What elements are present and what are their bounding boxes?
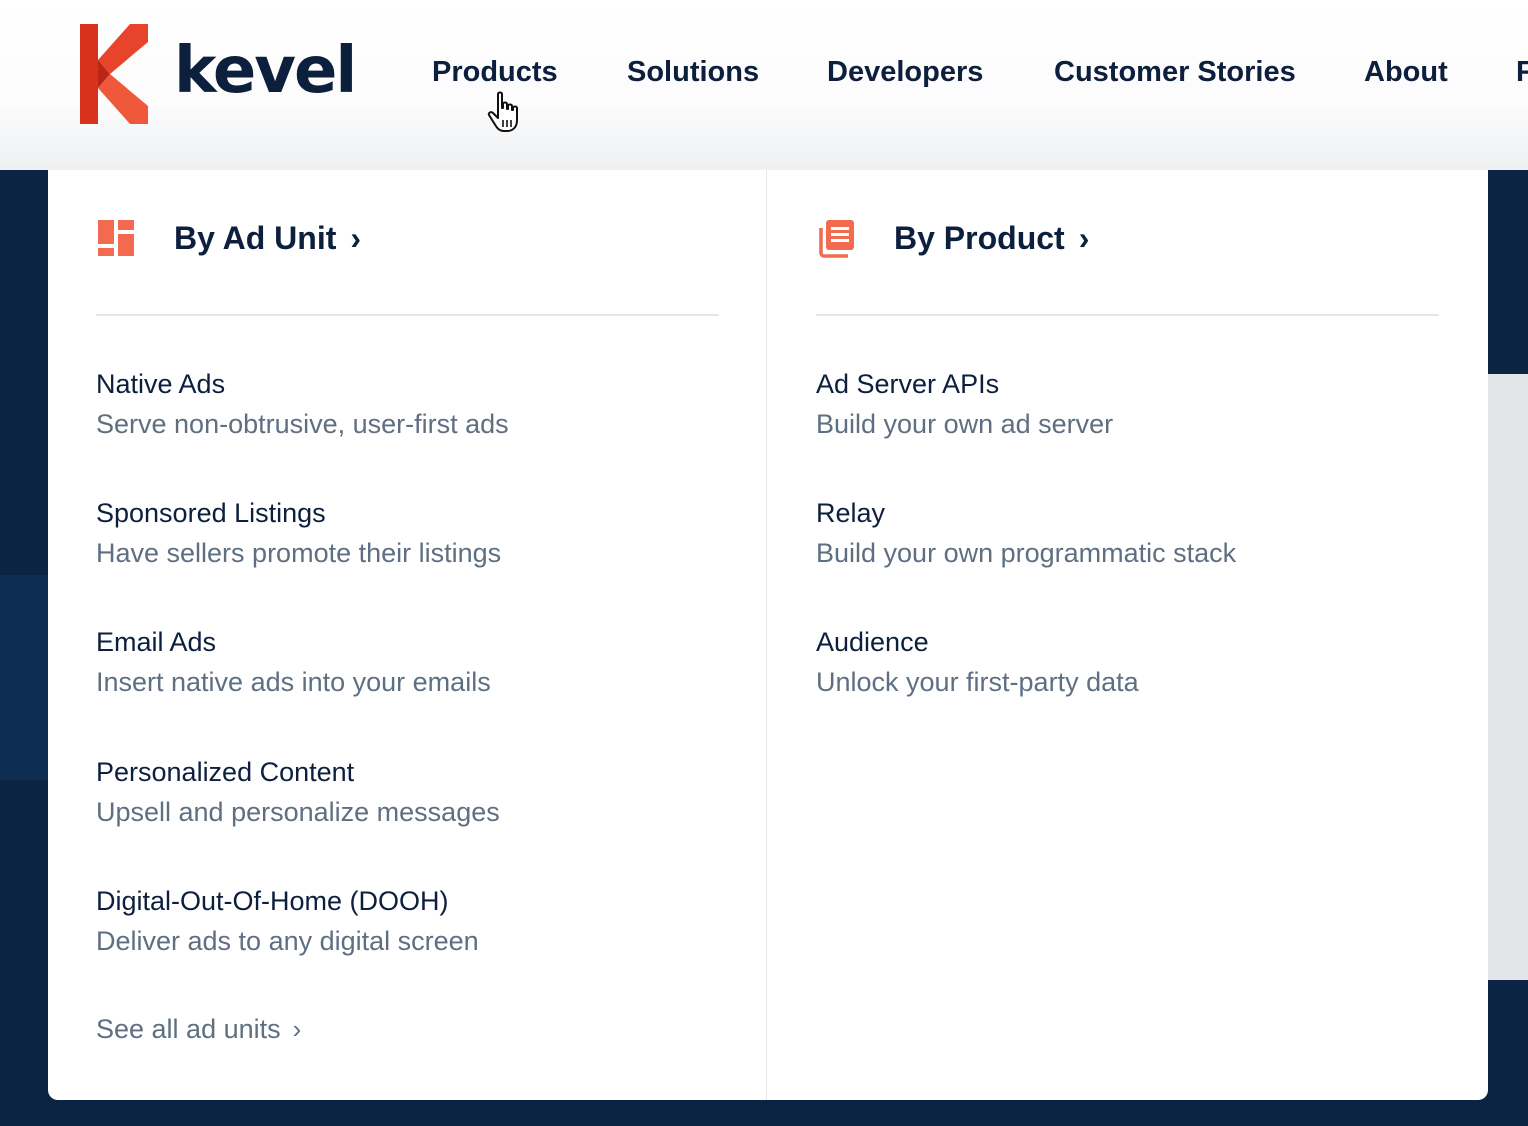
- menu-item-title: Sponsored Listings: [96, 498, 326, 528]
- menu-item-sponsored-listings[interactable]: Sponsored Listings Have sellers promote …: [96, 497, 501, 569]
- menu-item-desc: Build your own programmatic stack: [816, 538, 1237, 568]
- nav-developers[interactable]: Developers: [827, 56, 983, 89]
- layout-grid-icon: [98, 220, 134, 256]
- site-header: kevel Products Solutions Developers Cust…: [0, 0, 1528, 170]
- divider: [816, 314, 1439, 316]
- menu-item-desc: Have sellers promote their listings: [96, 538, 502, 568]
- menu-item-title: Audience: [816, 627, 929, 657]
- nav-truncated-item[interactable]: F: [1516, 56, 1528, 89]
- nav-solutions[interactable]: Solutions: [627, 56, 759, 89]
- menu-item-desc: Serve non-obtrusive, user-first ads: [96, 409, 509, 439]
- chevron-right-icon: ›: [350, 219, 362, 256]
- main-nav: Products Solutions Developers Customer S…: [0, 56, 1528, 96]
- nav-customer-stories[interactable]: Customer Stories: [1054, 56, 1296, 89]
- by-product-column: By Product › Ad Server APIs Build your o…: [767, 170, 1488, 1100]
- divider: [96, 314, 719, 316]
- menu-item-desc: Unlock your first-party data: [816, 667, 1139, 697]
- menu-item-audience[interactable]: Audience Unlock your first-party data: [816, 626, 1139, 698]
- by-ad-unit-column: By Ad Unit › Native Ads Serve non-obtrus…: [48, 170, 766, 1100]
- menu-item-dooh[interactable]: Digital-Out-Of-Home (DOOH) Deliver ads t…: [96, 885, 479, 957]
- documents-icon: [819, 220, 854, 258]
- products-dropdown: By Ad Unit › Native Ads Serve non-obtrus…: [48, 170, 1488, 1100]
- menu-item-desc: Build your own ad server: [816, 409, 1114, 439]
- nav-about[interactable]: About: [1364, 56, 1448, 89]
- chevron-right-icon: ›: [1078, 219, 1090, 256]
- menu-item-email-ads[interactable]: Email Ads Insert native ads into your em…: [96, 626, 491, 698]
- nav-products[interactable]: Products: [432, 56, 558, 89]
- by-ad-unit-label: By Ad Unit: [174, 219, 337, 256]
- hand-pointer-cursor-icon: [487, 91, 518, 132]
- by-product-label: By Product: [894, 219, 1065, 256]
- by-ad-unit-heading[interactable]: By Ad Unit ›: [96, 218, 361, 258]
- menu-item-title: Ad Server APIs: [816, 369, 1000, 399]
- background-panel: [1488, 374, 1528, 980]
- page: kevel Products Solutions Developers Cust…: [0, 0, 1528, 1126]
- menu-item-relay[interactable]: Relay Build your own programmatic stack: [816, 497, 1236, 569]
- menu-item-desc: Upsell and personalize messages: [96, 797, 500, 827]
- see-all-label: See all ad units: [96, 1014, 281, 1044]
- menu-item-title: Personalized Content: [96, 757, 355, 787]
- menu-item-title: Email Ads: [96, 627, 217, 657]
- menu-item-ad-server-apis[interactable]: Ad Server APIs Build your own ad server: [816, 368, 1113, 440]
- menu-item-title: Digital-Out-Of-Home (DOOH): [96, 886, 449, 916]
- menu-item-desc: Insert native ads into your emails: [96, 667, 491, 697]
- menu-item-native-ads[interactable]: Native Ads Serve non-obtrusive, user-fir…: [96, 368, 509, 440]
- by-product-heading[interactable]: By Product ›: [816, 218, 1089, 258]
- menu-item-personalized-content[interactable]: Personalized Content Upsell and personal…: [96, 756, 500, 828]
- menu-item-title: Native Ads: [96, 369, 226, 399]
- menu-item-desc: Deliver ads to any digital screen: [96, 926, 479, 956]
- chevron-right-icon: ›: [292, 1014, 302, 1044]
- see-all-ad-units-link[interactable]: See all ad units ›: [96, 1014, 301, 1045]
- menu-item-title: Relay: [816, 498, 886, 528]
